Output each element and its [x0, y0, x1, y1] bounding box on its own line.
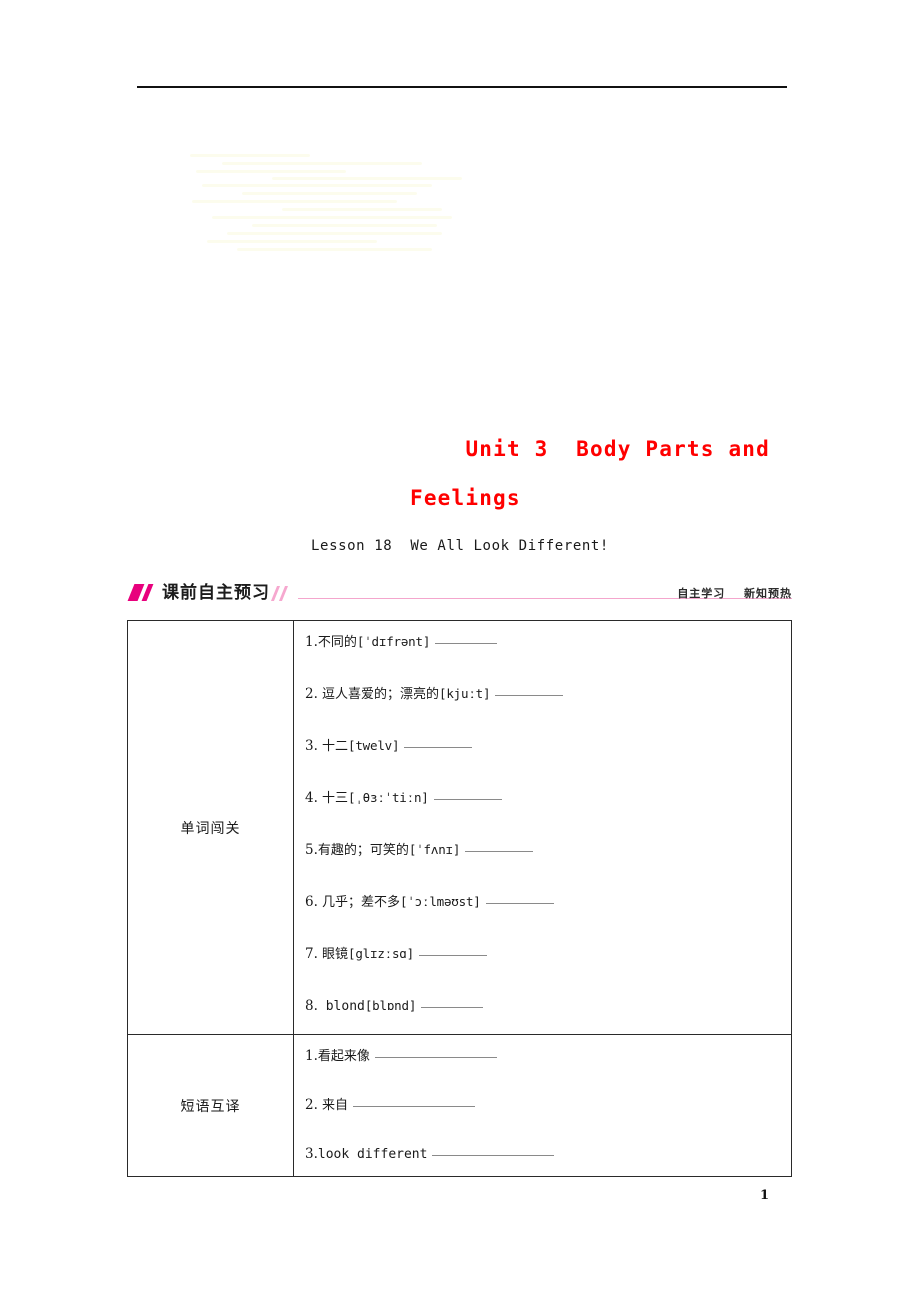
answer-blank[interactable]	[418, 955, 487, 956]
item-phonetic: [ˈdɪfrənt]	[356, 634, 431, 649]
header-rule	[137, 86, 787, 88]
banner-subtitle: 自主学习 新知预热	[677, 585, 792, 601]
answer-blank[interactable]	[465, 851, 534, 852]
item-chinese: 不同的	[317, 635, 357, 650]
item-number: 6.	[305, 894, 318, 910]
answer-blank[interactable]	[404, 747, 473, 748]
item-number: 4.	[305, 790, 318, 806]
list-item: 7. 眼镜[glɪzːsɑ]	[305, 945, 779, 964]
answer-blank[interactable]	[432, 1155, 555, 1156]
list-item: 6. 几乎；差不多[ˈɔːlməʊst]	[305, 893, 779, 912]
list-item: 2. 来自	[305, 1096, 779, 1115]
page-watermark	[182, 150, 542, 260]
answer-blank[interactable]	[435, 643, 498, 644]
unit-title: Unit 3 Body Parts and Feelings	[128, 425, 792, 523]
answer-blank[interactable]	[374, 1057, 497, 1058]
item-phonetic: [ˌθɜːˈtiːn]	[348, 790, 429, 805]
list-item: 3.look different	[305, 1145, 779, 1164]
section-banner: 课前自主预习 自主学习 新知预热	[127, 581, 792, 607]
worksheet-table: 单词闯关 1.不同的[ˈdɪfrənt] 2. 逗人喜爱的；漂亮的[kjuːt]…	[127, 620, 792, 1177]
banner-light-slash-icon	[270, 586, 296, 601]
banner-subtitle-2: 新知预热	[744, 587, 792, 600]
banner-subtitle-1: 自主学习	[677, 587, 726, 600]
list-item: 1.看起来像	[305, 1047, 779, 1066]
item-chinese: 十三	[317, 791, 349, 806]
answer-blank[interactable]	[421, 1007, 484, 1008]
item-number: 5.	[305, 842, 318, 858]
item-phonetic: [ˈfʌnɪ]	[408, 842, 461, 857]
item-chinese: 十二	[317, 739, 349, 754]
item-phonetic: [kjuːt]	[439, 686, 491, 701]
list-item: 2. 逗人喜爱的；漂亮的[kjuːt]	[305, 685, 779, 704]
list-item: 5.有趣的；可笑的[ˈfʌnɪ]	[305, 841, 779, 860]
item-chinese: 几乎；差不多	[317, 895, 401, 910]
table-row: 短语互译 1.看起来像 2. 来自 3.look different	[128, 1034, 791, 1176]
banner-title: 课前自主预习	[162, 583, 270, 603]
list-item: 4. 十三[ˌθɜːˈtiːn]	[305, 789, 779, 808]
table-row: 单词闯关 1.不同的[ˈdɪfrənt] 2. 逗人喜爱的；漂亮的[kjuːt]…	[128, 621, 791, 1034]
item-number: 2.	[305, 686, 318, 702]
item-number: 2.	[305, 1097, 318, 1113]
answer-blank[interactable]	[485, 903, 554, 904]
list-item: 3. 十二[twelv]	[305, 737, 779, 756]
row-content-phrases: 1.看起来像 2. 来自 3.look different	[294, 1035, 791, 1176]
item-english: blond	[317, 999, 365, 1014]
item-chinese: 逗人喜爱的；漂亮的	[317, 687, 440, 702]
item-phonetic: [blɒnd]	[364, 998, 417, 1013]
banner-slash-icon	[127, 584, 157, 601]
item-chinese: 有趣的；可笑的	[317, 843, 409, 858]
answer-blank[interactable]	[353, 1106, 476, 1107]
lesson-title: Lesson 18 We All Look Different!	[311, 538, 609, 554]
item-chinese: 眼镜	[317, 947, 349, 962]
item-phonetic: [glɪzːsɑ]	[348, 946, 414, 961]
item-chinese: 来自	[317, 1098, 349, 1113]
item-number: 8.	[305, 998, 318, 1014]
document-page: Unit 3 Body Parts and Feelings Lesson 18…	[0, 0, 920, 1302]
item-english: look different	[317, 1147, 428, 1162]
page-number: 1	[760, 1188, 770, 1203]
row-label-phrases: 短语互译	[128, 1035, 294, 1176]
answer-blank[interactable]	[433, 799, 502, 800]
unit-title-line1: Unit 3 Body Parts and	[465, 437, 770, 461]
item-number: 1.	[305, 1048, 318, 1064]
item-number: 3.	[305, 1146, 318, 1162]
item-number: 7.	[305, 946, 318, 962]
row-label-words: 单词闯关	[128, 621, 294, 1034]
item-phonetic: [twelv]	[348, 738, 400, 753]
item-number: 1.	[305, 634, 318, 650]
list-item: 8. blond[blɒnd]	[305, 997, 779, 1016]
unit-title-line2: Feelings	[410, 486, 521, 510]
answer-blank[interactable]	[495, 695, 564, 696]
item-number: 3.	[305, 738, 318, 754]
item-phonetic: [ˈɔːlməʊst]	[400, 894, 481, 909]
item-chinese: 看起来像	[317, 1049, 370, 1064]
row-content-words: 1.不同的[ˈdɪfrənt] 2. 逗人喜爱的；漂亮的[kjuːt] 3. 十…	[294, 621, 791, 1034]
list-item: 1.不同的[ˈdɪfrənt]	[305, 633, 779, 652]
